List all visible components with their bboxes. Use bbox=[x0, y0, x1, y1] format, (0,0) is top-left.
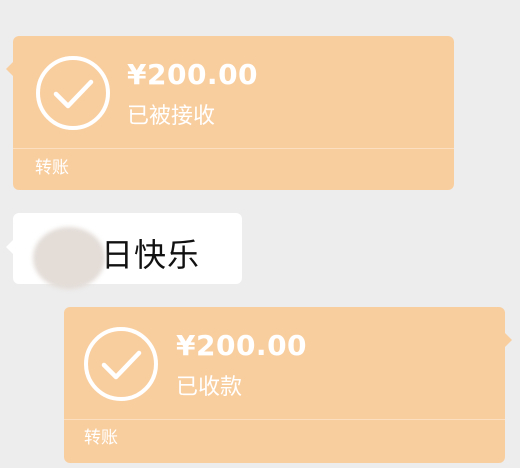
transfer-label: 转账 bbox=[84, 428, 118, 448]
transfer-status: 已收款 bbox=[176, 375, 243, 400]
transfer-card-received[interactable]: ¥200.00 已被接收 转账 bbox=[6, 36, 454, 190]
bubble-tail bbox=[6, 240, 13, 254]
transfer-card-collected[interactable]: ¥200.00 已收款 转账 bbox=[64, 307, 512, 463]
bubble-tail bbox=[505, 333, 512, 347]
transfer-status: 已被接收 bbox=[127, 104, 216, 129]
card-divider bbox=[64, 419, 505, 420]
transfer-amount: ¥200.00 bbox=[176, 329, 308, 362]
redaction-blur bbox=[33, 227, 105, 289]
check-circle-icon bbox=[84, 327, 158, 401]
transfer-amount: ¥200.00 bbox=[127, 58, 259, 91]
card-divider bbox=[13, 148, 454, 149]
text-message-bubble[interactable]: 生日快乐 bbox=[6, 213, 242, 289]
bubble-tail bbox=[6, 62, 13, 76]
check-circle-icon bbox=[36, 56, 110, 130]
transfer-label: 转账 bbox=[35, 158, 69, 178]
